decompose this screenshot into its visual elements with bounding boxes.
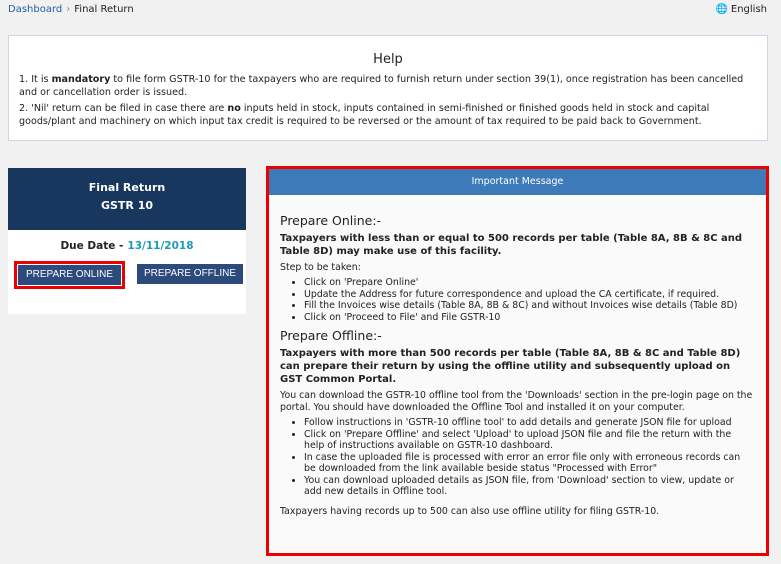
final-return-card: Final Return GSTR 10 Due Date -13/11/201… — [8, 168, 246, 314]
prepare-offline-summary: Taxpayers with more than 500 records per… — [280, 348, 741, 385]
help-point-1: 1. It is mandatory to file form GSTR-10 … — [19, 73, 757, 99]
prepare-online-button[interactable]: PREPARE ONLINE — [14, 261, 125, 289]
help-title: Help — [373, 52, 403, 67]
due-date-row: Due Date -13/11/2018 — [8, 240, 246, 252]
help-point-2-emphasis: no — [227, 103, 241, 114]
due-date-value: 13/11/2018 — [127, 240, 194, 252]
steps-label: Step to be taken: — [280, 262, 361, 273]
prepare-offline-heading: Prepare Offline:- — [280, 328, 382, 343]
prepare-offline-button[interactable]: PREPARE OFFLINE — [137, 264, 243, 284]
help-point-1-prefix: 1. It is — [19, 74, 52, 85]
list-item: Click on 'Prepare Offline' and select 'U… — [304, 429, 754, 452]
important-message-body: Prepare Online:- Taxpayers with less tha… — [269, 213, 766, 518]
language-label: English — [730, 4, 767, 15]
online-steps-list: Click on 'Prepare Online' Update the Add… — [280, 277, 754, 323]
help-panel: Help 1. It is mandatory to file form GST… — [8, 35, 768, 141]
breadcrumb-current: Final Return — [74, 4, 134, 15]
list-item: Click on 'Prepare Online' — [304, 277, 754, 289]
breadcrumb-separator: › — [66, 4, 71, 15]
help-point-1-suffix: to file form GSTR-10 for the taxpayers w… — [19, 74, 744, 98]
prepare-online-heading: Prepare Online:- — [280, 213, 382, 228]
offline-footer-note: Taxpayers having records up to 500 can a… — [280, 505, 660, 517]
offline-steps-list: Follow instructions in 'GSTR-10 offline … — [280, 417, 754, 498]
list-item: Update the Address for future correspond… — [304, 289, 754, 301]
help-point-2: 2. 'Nil' return can be filed in case the… — [19, 102, 757, 128]
list-item: Click on 'Proceed to File' and File GSTR… — [304, 312, 754, 324]
card-title: Final Return — [88, 181, 166, 194]
help-point-1-emphasis: mandatory — [51, 74, 111, 85]
list-item: In case the uploaded file is processed w… — [304, 452, 754, 475]
globe-icon: 🌐 — [715, 4, 728, 15]
prepare-online-summary: Taxpayers with less than or equal to 500… — [280, 233, 743, 257]
top-bar: Dashboard › Final Return 🌐 English — [0, 0, 781, 24]
list-item: Fill the Invoices wise details (Table 8A… — [304, 300, 754, 312]
breadcrumb: Dashboard › Final Return — [8, 4, 134, 15]
language-selector[interactable]: 🌐 English — [715, 4, 767, 15]
important-message-header: Important Message — [269, 169, 766, 195]
card-subtitle: GSTR 10 — [100, 199, 154, 212]
list-item: You can download uploaded details as JSO… — [304, 475, 754, 498]
final-return-card-header: Final Return GSTR 10 — [8, 168, 246, 230]
offline-intro: You can download the GSTR-10 offline too… — [280, 390, 753, 413]
breadcrumb-dashboard-link[interactable]: Dashboard — [8, 4, 62, 15]
important-message-panel: Important Message Prepare Online:- Taxpa… — [266, 166, 769, 556]
help-point-2-prefix: 2. 'Nil' return can be filed in case the… — [19, 103, 228, 114]
list-item: Follow instructions in 'GSTR-10 offline … — [304, 417, 754, 429]
due-date-label: Due Date - — [60, 240, 124, 252]
